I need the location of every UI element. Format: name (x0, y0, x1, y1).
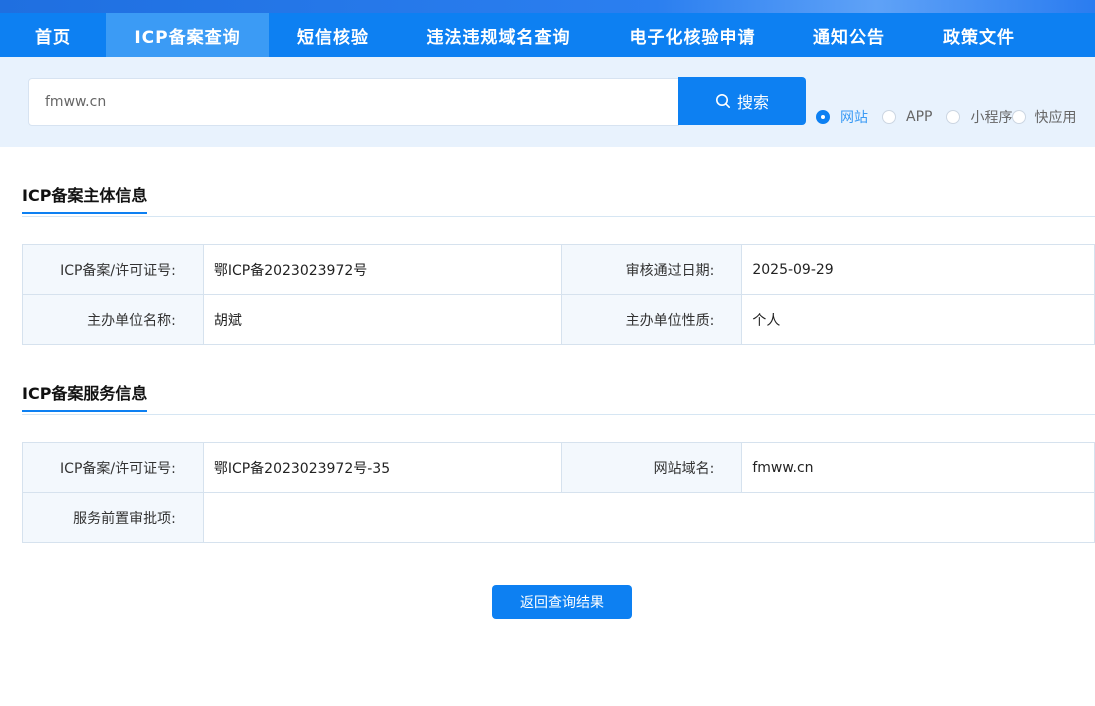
table-row: ICP备案/许可证号: 鄂ICP备2023023972号 审核通过日期: 202… (22, 244, 1095, 295)
search-button[interactable]: 搜索 (678, 77, 806, 125)
label-service-license-no: ICP备案/许可证号: (22, 442, 204, 493)
label-organizer-type: 主办单位性质: (560, 294, 743, 345)
radio-quick-app[interactable]: 快应用 (1012, 107, 1076, 127)
radio-dot (1012, 110, 1027, 124)
radio-label: 小程序 (970, 110, 1013, 126)
nav-item-policy[interactable]: 政策文件 (913, 13, 1045, 57)
search-input[interactable] (28, 78, 679, 126)
value-license-no: 鄂ICP备2023023972号 (202, 244, 562, 295)
value-website-domain: fmww.cn (741, 442, 1095, 493)
label-organizer-name: 主办单位名称: (22, 294, 204, 345)
radio-label: 网站 (840, 110, 868, 126)
radio-dot (882, 110, 896, 124)
section-divider (22, 414, 1095, 415)
label-approval-date: 审核通过日期: (560, 244, 743, 295)
table-row: 服务前置审批项: (22, 492, 1095, 543)
nav-item-electronic-verify[interactable]: 电子化核验申请 (600, 13, 785, 57)
main-nav: 首页 ICP备案查询 短信核验 违法违规域名查询 电子化核验申请 通知公告 政策… (0, 13, 1095, 57)
nav-item-sms-verify[interactable]: 短信核验 (269, 13, 397, 57)
radio-label: APP (906, 109, 933, 125)
nav-item-icp-query[interactable]: ICP备案查询 (106, 13, 269, 57)
service-section-title: ICP备案服务信息 (22, 380, 148, 412)
search-button-label: 搜索 (736, 93, 769, 112)
label-website-domain: 网站域名: (560, 442, 743, 493)
value-pre-approval (202, 492, 1095, 543)
value-organizer-type: 个人 (741, 294, 1095, 345)
nav-item-home[interactable]: 首页 (0, 13, 106, 57)
radio-label: 快应用 (1034, 110, 1077, 126)
value-service-license-no: 鄂ICP备2023023972号-35 (202, 442, 562, 493)
radio-mini-program[interactable]: 小程序 (946, 107, 1012, 127)
nav-item-notices[interactable]: 通知公告 (785, 13, 913, 57)
top-banner (0, 0, 1095, 13)
table-row: 主办单位名称: 胡斌 主办单位性质: 个人 (22, 294, 1095, 345)
radio-dot (816, 110, 830, 124)
nav-item-illegal-domain[interactable]: 违法违规域名查询 (397, 13, 600, 57)
back-to-results-button[interactable]: 返回查询结果 (492, 585, 632, 619)
search-area: 搜索 网站 APP 小程序 快应用 (0, 57, 1095, 147)
subject-info-table: ICP备案/许可证号: 鄂ICP备2023023972号 审核通过日期: 202… (22, 244, 1095, 345)
search-type-radios: 网站 APP 小程序 快应用 (816, 107, 1076, 127)
table-row: ICP备案/许可证号: 鄂ICP备2023023972号-35 网站域名: fm… (22, 442, 1095, 493)
value-organizer-name: 胡斌 (202, 294, 562, 345)
value-approval-date: 2025-09-29 (741, 244, 1095, 295)
radio-dot (946, 110, 961, 124)
subject-section-title: ICP备案主体信息 (22, 182, 148, 214)
radio-app[interactable]: APP (882, 109, 932, 125)
label-license-no: ICP备案/许可证号: (22, 244, 204, 295)
radio-website[interactable]: 网站 (816, 107, 868, 127)
service-info-table: ICP备案/许可证号: 鄂ICP备2023023972号-35 网站域名: fm… (22, 442, 1095, 543)
section-divider (22, 216, 1095, 217)
label-pre-approval: 服务前置审批项: (22, 492, 204, 543)
search-icon (715, 94, 730, 108)
